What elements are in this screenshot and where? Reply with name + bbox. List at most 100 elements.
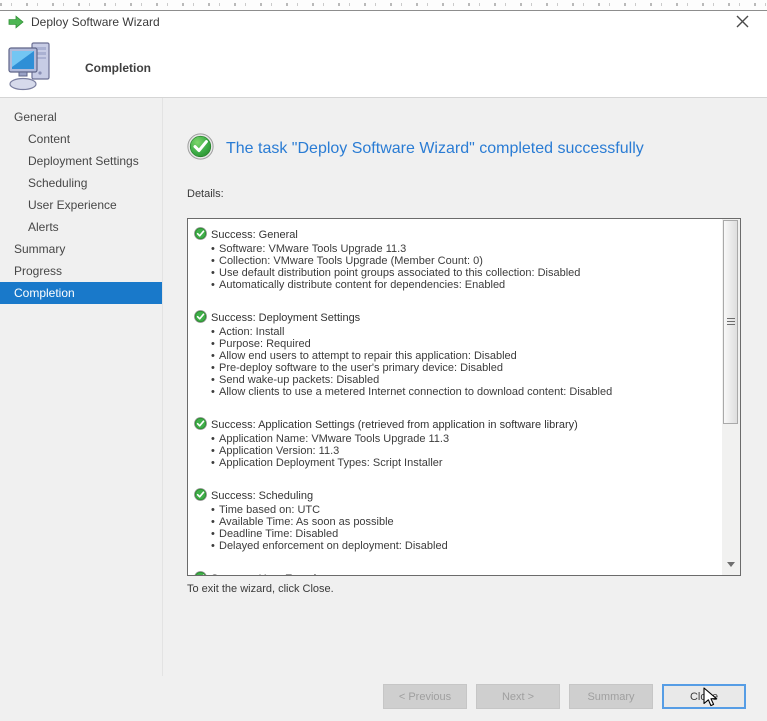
detail-item: •Software: VMware Tools Upgrade 11.3 [194,243,721,255]
detail-item-text: Action: Install [219,326,284,338]
window-title: Deploy Software Wizard [31,15,160,29]
close-button[interactable]: Close [662,684,746,709]
detail-item-text: Time based on: UTC [219,504,320,516]
wizard-step-title: Completion [85,61,151,75]
sidebar-item-deployment-settings[interactable]: Deployment Settings [0,150,162,172]
details-content: Success: General•Software: VMware Tools … [188,219,721,575]
details-section: Success: Deployment Settings•Action: Ins… [194,312,721,398]
sidebar-item-content[interactable]: Content [0,128,162,150]
clipped-background-text [0,3,767,6]
success-check-small-icon [194,227,207,245]
detail-item-text: Collection: VMware Tools Upgrade (Member… [219,255,483,267]
bullet-icon: • [211,279,219,291]
bullet-icon: • [211,267,219,279]
details-section: Success: Application Settings (retrieved… [194,419,721,469]
status-heading: The task "Deploy Software Wizard" comple… [226,140,644,158]
detail-item: •Application Version: 11.3 [194,445,721,457]
detail-item-text: Purpose: Required [219,338,311,350]
detail-item: •Deadline Time: Disabled [194,528,721,540]
details-section: Success: Scheduling•Time based on: UTC•A… [194,490,721,552]
details-label: Details: [187,188,224,200]
sidebar-item-scheduling[interactable]: Scheduling [0,172,162,194]
detail-item-text: Application Deployment Types: Script Ins… [219,457,443,469]
section-title: Success: Application Settings (retrieved… [211,419,578,432]
computer-icon [8,40,58,97]
success-check-icon [187,133,214,165]
detail-item-text: Application Name: VMware Tools Upgrade 1… [219,433,449,445]
bullet-icon: • [211,326,219,338]
section-title: Success: Scheduling [211,490,313,503]
detail-item-text: Send wake-up packets: Disabled [219,374,379,386]
bullet-icon: • [211,243,219,255]
detail-item-text: Pre-deploy software to the user's primar… [219,362,503,374]
detail-item-text: Allow clients to use a metered Internet … [219,386,612,398]
previous-button[interactable]: < Previous [383,684,467,709]
wizard-steps: GeneralContentDeployment SettingsSchedul… [0,106,162,304]
detail-item-text: Use default distribution point groups as… [219,267,580,279]
section-title: Success: User Experience [211,573,340,575]
status-row: The task "Deploy Software Wizard" comple… [187,133,644,165]
detail-item-text: Delayed enforcement on deployment: Disab… [219,540,448,552]
detail-item-text: Software: VMware Tools Upgrade 11.3 [219,243,406,255]
details-scrollbar[interactable] [722,219,740,575]
detail-item: •Available Time: As soon as possible [194,516,721,528]
detail-item: •Allow end users to attempt to repair th… [194,350,721,362]
details-section: Success: User Experience [194,573,721,575]
detail-item-text: Deadline Time: Disabled [219,528,338,540]
success-check-small-icon [194,571,207,575]
detail-item: •Action: Install [194,326,721,338]
detail-item: •Application Deployment Types: Script In… [194,457,721,469]
detail-item: •Allow clients to use a metered Internet… [194,386,721,398]
scrollbar-thumb[interactable] [723,220,738,424]
sidebar-item-completion[interactable]: Completion [0,282,162,304]
summary-button[interactable]: Summary [569,684,653,709]
bullet-icon: • [211,350,219,362]
section-title: Success: Deployment Settings [211,312,360,325]
scroll-down-icon[interactable] [727,562,735,567]
detail-item: •Pre-deploy software to the user's prima… [194,362,721,374]
bullet-icon: • [211,445,219,457]
detail-item: •Purpose: Required [194,338,721,350]
bullet-icon: • [211,433,219,445]
bullet-icon: • [211,386,219,398]
exit-hint: To exit the wizard, click Close. [187,583,334,595]
detail-item: •Collection: VMware Tools Upgrade (Membe… [194,255,721,267]
bullet-icon: • [211,255,219,267]
footer-buttons: < Previous Next > Summary Close [383,684,746,709]
detail-item-text: Allow end users to attempt to repair thi… [219,350,517,362]
bullet-icon: • [211,504,219,516]
details-section: Success: General•Software: VMware Tools … [194,229,721,291]
sidebar-divider [162,98,163,676]
detail-item-text: Automatically distribute content for dep… [219,279,505,291]
bullet-icon: • [211,540,219,552]
success-check-small-icon [194,310,207,328]
detail-item-text: Application Version: 11.3 [219,445,339,457]
header-divider [0,97,767,98]
bullet-icon: • [211,374,219,386]
success-check-small-icon [194,417,207,435]
bullet-icon: • [211,362,219,374]
detail-item: •Use default distribution point groups a… [194,267,721,279]
close-icon[interactable] [729,10,755,32]
sidebar-item-alerts[interactable]: Alerts [0,216,162,238]
sidebar-item-summary[interactable]: Summary [0,238,162,260]
next-button[interactable]: Next > [476,684,560,709]
detail-item: •Send wake-up packets: Disabled [194,374,721,386]
detail-item: •Automatically distribute content for de… [194,279,721,291]
sidebar-item-user-experience[interactable]: User Experience [0,194,162,216]
titlebar: Deploy Software Wizard [0,11,767,33]
scrollbar-grip-icon [727,318,735,326]
sidebar-item-general[interactable]: General [0,106,162,128]
section-title: Success: General [211,229,298,242]
sidebar-item-progress[interactable]: Progress [0,260,162,282]
background-window-strip [0,0,767,11]
detail-item-text: Available Time: As soon as possible [219,516,394,528]
bullet-icon: • [211,457,219,469]
details-box[interactable]: Success: General•Software: VMware Tools … [187,218,741,576]
deploy-arrow-icon [8,14,24,30]
bullet-icon: • [211,528,219,540]
detail-item: •Time based on: UTC [194,504,721,516]
success-check-small-icon [194,488,207,506]
bullet-icon: • [211,338,219,350]
bullet-icon: • [211,516,219,528]
